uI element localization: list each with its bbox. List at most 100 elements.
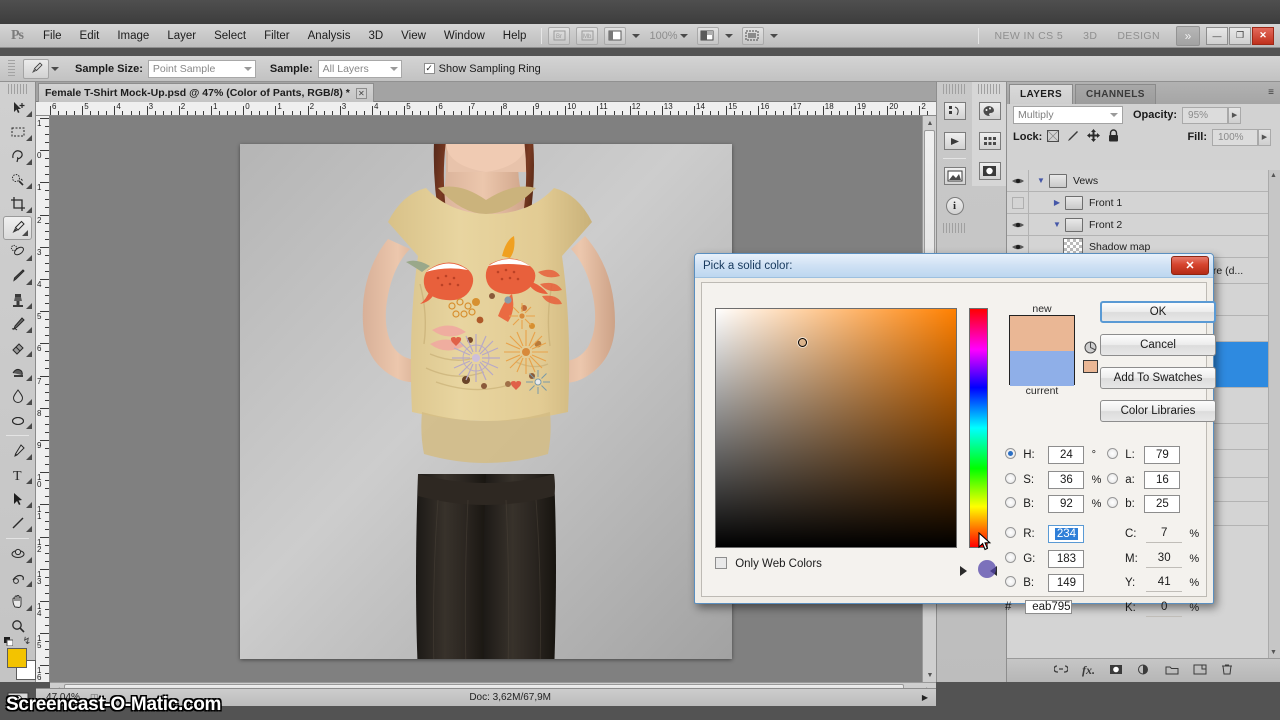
hue-input[interactable]: 24 <box>1048 446 1085 464</box>
workspace-3d[interactable]: 3D <box>1073 30 1107 42</box>
gradient-tool[interactable] <box>0 360 35 384</box>
view-extras-dropdown-icon[interactable] <box>632 33 641 38</box>
scroll-down-arrow-icon[interactable]: ▼ <box>925 670 935 680</box>
layers-scroll-up-icon[interactable]: ▲ <box>1270 172 1277 179</box>
document-tab-close-icon[interactable]: ✕ <box>355 87 367 99</box>
menu-window[interactable]: Window <box>435 24 494 48</box>
status-popup-arrow-icon[interactable]: ▶ <box>922 693 928 702</box>
menu-file[interactable]: File <box>34 24 71 48</box>
dodge-tool[interactable] <box>0 408 35 432</box>
workspace-design[interactable]: DESIGN <box>1107 30 1170 42</box>
default-colors-icon[interactable] <box>4 637 14 647</box>
blur-tool[interactable] <box>0 384 35 408</box>
hue-slider[interactable] <box>969 308 988 548</box>
adjustments-icon[interactable] <box>972 156 1007 186</box>
brightness-radio[interactable] <box>1005 497 1016 509</box>
dock-column-a-grip-bottom[interactable] <box>943 223 966 233</box>
lock-all-icon[interactable] <box>1108 129 1119 145</box>
vertical-ruler[interactable]: 1 0 1 2 3 4 5 6 7 8 9 10 11 12 13 14 15 16 <box>36 116 50 682</box>
color-picker-dialog[interactable]: Pick a solid color: ✕ new current OK Can… <box>694 253 1216 617</box>
menu-analysis[interactable]: Analysis <box>299 24 360 48</box>
history-icon[interactable] <box>937 96 972 126</box>
new-current-swatch[interactable] <box>1009 315 1075 386</box>
show-sampling-ring-checkbox[interactable]: ✓ <box>423 63 435 74</box>
screen-mode-icon[interactable] <box>741 26 764 45</box>
blue-radio[interactable] <box>1005 576 1016 588</box>
actions-icon[interactable] <box>937 126 972 156</box>
table-row[interactable]: ▼ Front 2 <box>1007 213 1280 236</box>
tool-preset-dropdown-icon[interactable] <box>51 66 59 71</box>
new-layer-icon[interactable] <box>1193 664 1207 678</box>
move-tool[interactable] <box>0 96 35 120</box>
red-radio[interactable] <box>1005 527 1016 539</box>
workspace-overflow-chevron-icon[interactable]: » <box>1176 25 1200 46</box>
layers-vertical-scrollbar[interactable]: ▲ ▼ <box>1268 170 1280 658</box>
hue-radio[interactable] <box>1005 448 1016 460</box>
3d-object-rotate-tool[interactable] <box>0 542 35 566</box>
spot-healing-brush-tool[interactable] <box>0 240 35 264</box>
menu-select[interactable]: Select <box>205 24 255 48</box>
scroll-up-arrow-icon[interactable]: ▲ <box>925 118 935 128</box>
panel-menu-icon[interactable]: ≡ <box>1268 87 1274 98</box>
foreground-color-swatch[interactable] <box>7 648 27 668</box>
zoom-tool[interactable] <box>0 614 35 638</box>
saturation-value-field[interactable] <box>715 308 957 548</box>
document-artboard[interactable] <box>240 116 732 674</box>
new-group-icon[interactable] <box>1165 664 1179 678</box>
document-tab[interactable]: Female T-Shirt Mock-Up.psd @ 47% (Color … <box>38 83 374 102</box>
lock-transparent-pixels-icon[interactable] <box>1047 129 1060 145</box>
view-extras-icon[interactable] <box>604 26 627 45</box>
swatches-icon[interactable] <box>972 126 1007 156</box>
ok-button[interactable]: OK <box>1100 301 1216 323</box>
blue-input[interactable]: 149 <box>1048 574 1085 592</box>
eraser-tool[interactable] <box>0 336 35 360</box>
green-input[interactable]: 183 <box>1048 550 1085 568</box>
zoom-dropdown-icon[interactable] <box>679 33 688 38</box>
adjustment-layer-icon[interactable] <box>1137 664 1151 678</box>
arrange-dropdown-icon[interactable] <box>724 33 733 38</box>
saturation-input[interactable]: 36 <box>1048 471 1085 489</box>
tab-channels[interactable]: CHANNELS <box>1075 84 1156 104</box>
line-tool[interactable] <box>0 511 35 535</box>
web-safe-color-swatch[interactable] <box>1083 360 1098 373</box>
lab-l-input[interactable]: 79 <box>1144 446 1181 464</box>
path-selection-tool[interactable] <box>0 487 35 511</box>
only-web-colors-checkbox[interactable] <box>715 557 727 569</box>
hand-tool[interactable] <box>0 590 35 614</box>
black-input[interactable]: 0 <box>1146 599 1183 617</box>
menu-edit[interactable]: Edit <box>71 24 109 48</box>
disclosure-triangle-icon[interactable]: ▼ <box>1033 176 1049 185</box>
link-layers-icon[interactable] <box>1053 664 1069 677</box>
table-row[interactable]: ▶ Front 1 <box>1007 191 1280 214</box>
workspace-new-in-cs5[interactable]: NEW IN CS 5 <box>985 30 1074 42</box>
dialog-title-bar[interactable]: Pick a solid color: ✕ <box>695 254 1213 278</box>
mini-bridge-icon[interactable] <box>937 161 972 191</box>
history-brush-tool[interactable] <box>0 312 35 336</box>
minimize-button[interactable]: — <box>1206 26 1228 45</box>
opacity-slider-arrow-icon[interactable]: ▶ <box>1228 106 1242 124</box>
green-radio[interactable] <box>1005 552 1016 564</box>
lock-image-pixels-icon[interactable] <box>1067 130 1079 145</box>
hue-slider-left-handle-icon[interactable] <box>960 566 967 576</box>
add-to-swatches-button[interactable]: Add To Swatches <box>1100 367 1216 389</box>
delete-layer-icon[interactable] <box>1221 663 1233 678</box>
current-color-swatch[interactable] <box>1010 351 1074 386</box>
lab-b-input[interactable]: 25 <box>1144 495 1181 513</box>
swap-colors-icon[interactable]: ↯ <box>23 636 31 647</box>
brightness-input[interactable]: 92 <box>1048 495 1085 513</box>
sv-selection-marker[interactable] <box>798 338 807 347</box>
layer-visibility-icon[interactable] <box>1007 213 1029 236</box>
layer-style-icon[interactable]: fx. <box>1082 663 1095 678</box>
options-bar-grip[interactable] <box>8 59 15 78</box>
disclosure-triangle-icon[interactable]: ▼ <box>1049 220 1065 229</box>
red-input[interactable]: 234 <box>1048 525 1085 543</box>
screen-mode-dropdown-icon[interactable] <box>769 33 778 38</box>
only-web-colors-row[interactable]: Only Web Colors <box>715 557 822 570</box>
crop-tool[interactable] <box>0 192 35 216</box>
info-icon[interactable]: i <box>937 191 972 221</box>
brush-tool[interactable] <box>0 264 35 288</box>
lab-l-radio[interactable] <box>1107 448 1118 460</box>
rectangular-marquee-tool[interactable] <box>0 120 35 144</box>
layer-visibility-icon[interactable] <box>1007 191 1029 214</box>
pen-tool[interactable] <box>0 439 35 463</box>
